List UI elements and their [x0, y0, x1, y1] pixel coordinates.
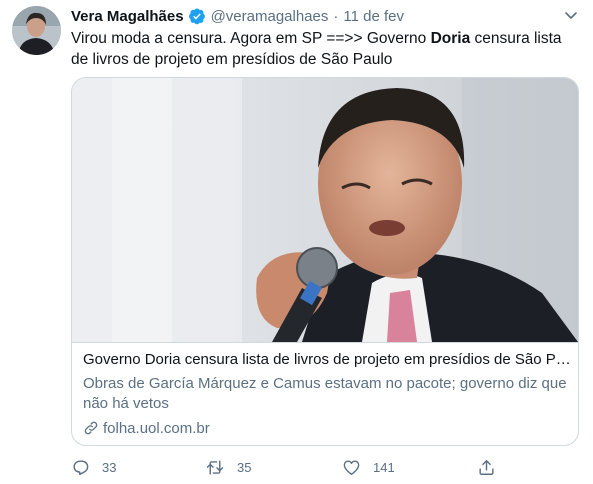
link-card[interactable]: Governo Doria censura lista de livros de…: [71, 77, 579, 446]
verified-badge-icon: [188, 7, 206, 25]
tweet-header: Vera Magalhães @veramagalhaes · 11 de fe…: [71, 5, 404, 27]
card-domain[interactable]: folha.uol.com.br: [83, 418, 210, 438]
separator-dot: ·: [333, 7, 339, 25]
share-icon: [479, 459, 494, 475]
retweet-button[interactable]: 35: [205, 456, 251, 478]
share-button[interactable]: [477, 456, 496, 478]
tweet-timestamp[interactable]: 11 de fev: [343, 8, 404, 25]
retweet-icon: [206, 459, 224, 475]
author-avatar[interactable]: [12, 6, 61, 55]
action-bar: 33 35 141: [71, 456, 511, 478]
card-domain-text: folha.uol.com.br: [103, 419, 210, 437]
like-button[interactable]: 141: [342, 456, 395, 478]
like-count: 141: [373, 459, 395, 475]
more-options-chevron-icon[interactable]: [563, 7, 579, 23]
card-title[interactable]: Governo Doria censura lista de livros de…: [83, 350, 571, 370]
card-description: Obras de García Márquez e Camus estavam …: [83, 375, 567, 412]
card-image[interactable]: [72, 78, 578, 342]
author-display-name[interactable]: Vera Magalhães: [71, 8, 184, 25]
author-handle[interactable]: @veramagalhaes: [211, 8, 329, 25]
tweet-text: Virou moda a censura. Agora em SP ==>> G…: [71, 28, 581, 70]
reply-button[interactable]: 33: [71, 456, 116, 478]
tweet[interactable]: Vera Magalhães @veramagalhaes · 11 de fe…: [0, 0, 593, 484]
retweet-count: 35: [237, 459, 252, 475]
reply-icon: [73, 459, 89, 475]
link-icon: [84, 421, 98, 435]
tweet-text-part: Virou moda a censura. Agora em SP ==>> G…: [71, 30, 431, 47]
heart-icon: [343, 459, 360, 475]
card-divider: [72, 342, 578, 343]
tweet-text-bold: Doria: [430, 30, 471, 47]
reply-count: 33: [102, 459, 117, 475]
